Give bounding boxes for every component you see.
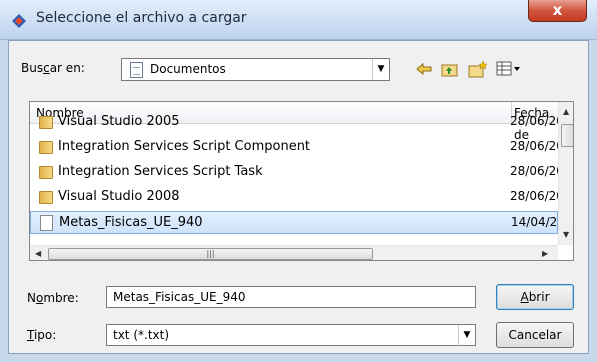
scroll-left-icon[interactable]: ◀ [35, 249, 41, 258]
text-file-icon [40, 215, 53, 231]
view-menu-icon[interactable] [493, 58, 525, 80]
folder-icon [39, 116, 53, 129]
list-item[interactable]: Integration Services Script Task 28/06/20 [30, 161, 564, 184]
item-date: 28/06/20 [510, 139, 564, 153]
folder-icon [39, 141, 53, 154]
up-folder-icon[interactable] [439, 58, 461, 80]
title-bar: Seleccione el archivo a cargar x [0, 0, 597, 40]
close-icon: x [552, 1, 563, 19]
back-icon[interactable] [413, 58, 435, 80]
scroll-down-icon[interactable]: ▼ [563, 230, 569, 239]
item-name: Integration Services Script Component [58, 139, 311, 154]
lookin-dropdown[interactable]: Documentos ▼ [121, 58, 390, 81]
dialog-body: Buscar en: Documentos ▼ Nombre Fecha de … [8, 40, 589, 354]
vertical-scroll-thumb[interactable] [561, 124, 573, 147]
folder-icon [39, 166, 53, 179]
chevron-down-icon[interactable]: ▼ [372, 59, 389, 80]
file-list[interactable]: Nombre Fecha de Visual Studio 2005 28/06/… [29, 101, 574, 261]
item-name: Metas_Fisicas_UE_940 [59, 215, 203, 230]
close-button[interactable]: x [528, 0, 587, 22]
chevron-down-icon[interactable]: ▼ [458, 325, 475, 346]
scroll-up-icon[interactable]: ▲ [563, 107, 569, 116]
item-date: 28/06/20 [510, 114, 564, 128]
list-item[interactable]: Integration Services Script Component 28/… [30, 136, 564, 159]
folder-icon [39, 191, 53, 204]
filetype-select[interactable]: txt (*.txt) ▼ [106, 324, 476, 346]
item-name: Integration Services Script Task [58, 164, 263, 179]
list-item[interactable]: Metas_Fisicas_UE_940 14/04/20 [30, 211, 565, 234]
filetype-value: txt (*.txt) [113, 328, 170, 342]
item-date: 28/06/20 [510, 164, 564, 178]
filename-input[interactable]: Metas_Fisicas_UE_940 [106, 286, 476, 308]
item-name: Visual Studio 2008 [58, 189, 180, 204]
horizontal-scroll-thumb[interactable]: ||| [48, 248, 373, 260]
app-icon [12, 14, 26, 28]
item-date: 14/04/20 [511, 215, 565, 229]
horizontal-scrollbar[interactable]: ◀ ||| ▶ [30, 245, 558, 260]
new-folder-icon[interactable] [467, 58, 489, 80]
documents-icon [130, 62, 143, 78]
filename-label: Nombre: [27, 291, 79, 305]
list-item[interactable]: Visual Studio 2008 28/06/20 [30, 186, 564, 209]
window-title: Seleccione el archivo a cargar [36, 10, 247, 26]
item-name: Visual Studio 2005 [58, 114, 180, 129]
list-item[interactable]: Visual Studio 2005 28/06/20 [30, 111, 564, 134]
cancel-button[interactable]: Cancelar [496, 322, 574, 348]
item-date: 28/06/20 [510, 189, 564, 203]
open-button[interactable]: Abrir [496, 284, 574, 310]
vertical-scrollbar[interactable]: ▲ ▼ [558, 102, 573, 245]
lookin-value: Documentos [150, 62, 226, 76]
filetype-label: Tipo: [27, 328, 57, 342]
scroll-right-icon[interactable]: ▶ [542, 249, 548, 258]
lookin-label: Buscar en: [21, 61, 85, 75]
